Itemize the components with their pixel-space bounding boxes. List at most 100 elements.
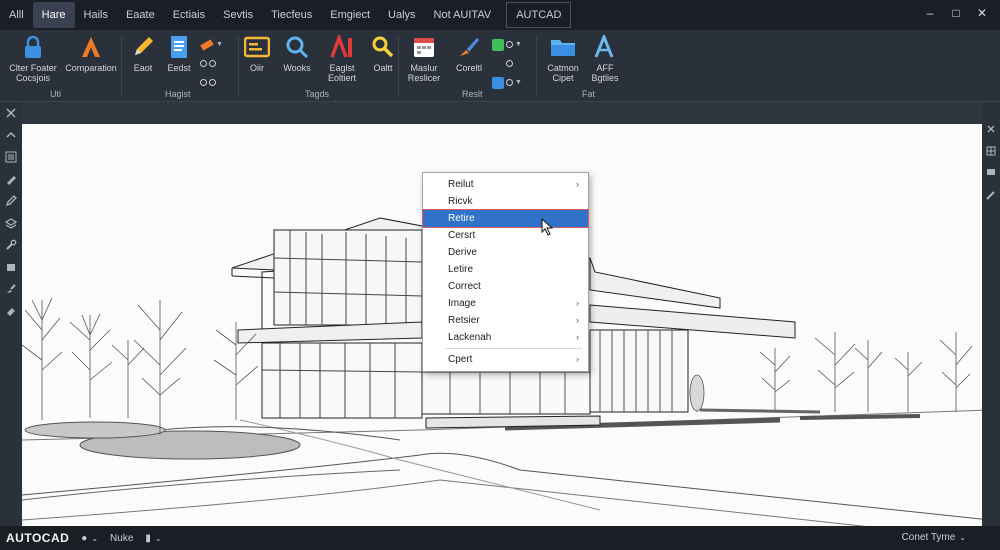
status-mode-label: Nuke [110,532,134,544]
close-icon[interactable] [4,106,18,120]
menu-item[interactable]: Letire [423,261,588,278]
menu-item-label: Retire [448,213,475,224]
layer-blue-button[interactable]: ▼ [492,76,522,89]
menu-item-label: Correct [448,281,481,292]
ribbon-tool-label: Catmon Cipet [547,63,579,83]
tab-tiecfeus[interactable]: Tiecfeus [262,2,321,28]
status-mode[interactable]: Nuke [110,533,133,544]
left-tool-palette [0,102,22,526]
monitor-icon[interactable] [984,166,998,180]
menu-item-label: Ricvk [448,196,473,207]
brush-tool-icon[interactable] [4,282,18,296]
tab-home[interactable]: Hare [32,2,75,28]
wrench-icon[interactable] [4,238,18,252]
document-icon [166,34,192,60]
tab-ualys[interactable]: Ualys [379,2,425,28]
chevron-down-icon: ⌄ [154,533,162,543]
ribbon-panel: Clter Foater Cocsjois Comparation Eaot E… [0,30,1000,102]
tab-emgiect[interactable]: Emgiect [321,2,379,28]
menu-item[interactable]: Reilut › [423,176,588,193]
menu-item-label: Derive [448,247,477,258]
chevron-down-icon: ▼ [515,41,522,48]
group-label: Uti [50,89,61,99]
eraser-tool-icon[interactable] [4,304,18,318]
chevron-right-icon: › [576,315,579,325]
block-tool-icon[interactable] [4,260,18,274]
menu-item[interactable]: Lackenah › [423,329,588,346]
text-style-icon [329,34,355,60]
layer-icon [492,38,504,51]
menu-item[interactable]: Cpert › [423,351,588,368]
status-right-label: Conet Tyme [901,532,956,543]
status-clipboard[interactable]: ▮ ⌄ [145,533,161,544]
ribbon-tool-aff[interactable]: AFF Bgtlies [576,34,634,86]
layer-option-button[interactable] [492,57,522,70]
status-app-menu[interactable]: ● ⌄ [81,533,98,544]
ribbon-tool-label: Oaltt [373,63,393,73]
snap-option-button[interactable] [200,76,223,89]
ribbon-tool-label: Wooks [283,63,311,73]
chevron-up-icon[interactable] [4,128,18,142]
tab-sevtis[interactable]: Sevtis [214,2,262,28]
menu-item-label: Cpert [448,354,473,365]
draw-tool-icon[interactable] [4,172,18,186]
minimize-button[interactable]: – [920,3,940,23]
panel-icon [244,34,270,60]
menu-item[interactable]: Ricvk [423,193,588,210]
grid-view-icon[interactable] [984,144,998,158]
small-tool-stack-1: ▼ [200,38,223,89]
menu-item[interactable]: Retsier › [423,312,588,329]
lock-icon [20,34,46,60]
tab-eaate[interactable]: Eaate [117,2,164,28]
pencil-tool-icon[interactable] [4,194,18,208]
snap-option-button[interactable] [200,57,223,70]
group-label: Reslt [462,89,483,99]
menu-item[interactable]: Cersrt [423,227,588,244]
ribbon-tool-label: Eedst [167,63,191,73]
ribbon-tab-bar: Alll Hare Hails Eaate Ectiais Sevtis Tie… [0,0,1000,30]
document-tab-strip [0,102,1000,124]
tab-hails[interactable]: Hails [75,2,117,28]
calendar-icon [411,34,437,60]
menu-item-label: Retsier [448,315,480,326]
menu-item-label: Lackenah [448,332,492,343]
app-name: AUTOCAD [6,531,70,545]
layers-tool-icon[interactable] [4,216,18,230]
maximize-button[interactable]: □ [946,3,966,23]
option-circle-icon [200,60,207,67]
layer-icon [492,76,504,89]
tab-not-auitav[interactable]: Not AUITAV [425,2,501,28]
folder-icon [550,34,576,60]
layer-green-button[interactable]: ▼ [492,38,522,51]
ruler-tool-button[interactable]: ▼ [200,38,223,51]
pen-icon[interactable] [984,188,998,202]
menu-item[interactable]: Image › [423,295,588,312]
menu-item[interactable]: Correct [423,278,588,295]
chevron-down-icon: ▼ [216,41,223,48]
ruler-icon [200,38,214,51]
autocad-window: Alll Hare Hails Eaate Ectiais Sevtis Tie… [0,0,1000,550]
menu-item-label: Cersrt [448,230,476,241]
group-label: Hagist [165,89,191,99]
ribbon-tool-label: Oiir [250,63,264,73]
close-button[interactable]: ✕ [972,3,992,23]
right-tool-palette [982,102,1000,526]
menu-item[interactable]: Derive [423,244,588,261]
properties-icon[interactable] [4,150,18,164]
status-right[interactable]: Conet Tyme ⌄ [902,532,966,543]
group-label: Tagds [305,89,330,99]
ribbon-tool-coreltl[interactable]: Coreltl [440,34,498,86]
tab-ectiais[interactable]: Ectiais [164,2,214,28]
menu-item-highlighted[interactable]: Retire [422,209,589,228]
close-icon[interactable] [984,122,998,136]
clipboard-icon: ▮ [145,532,151,544]
ribbon-tool-clter-foater[interactable]: Clter Foater Cocsjois [4,34,62,86]
menu-item-label: Image [448,298,476,309]
chevron-down-icon: ⌄ [91,533,99,543]
tab-autocad[interactable]: AUTCAD [506,2,572,28]
text-a-icon [592,34,618,60]
tab-all[interactable]: Alll [0,2,33,28]
ribbon-tool-comparation[interactable]: Comparation [62,34,120,86]
ribbon-tool-label: Comparation [65,63,117,73]
option-circle-icon [506,79,513,86]
